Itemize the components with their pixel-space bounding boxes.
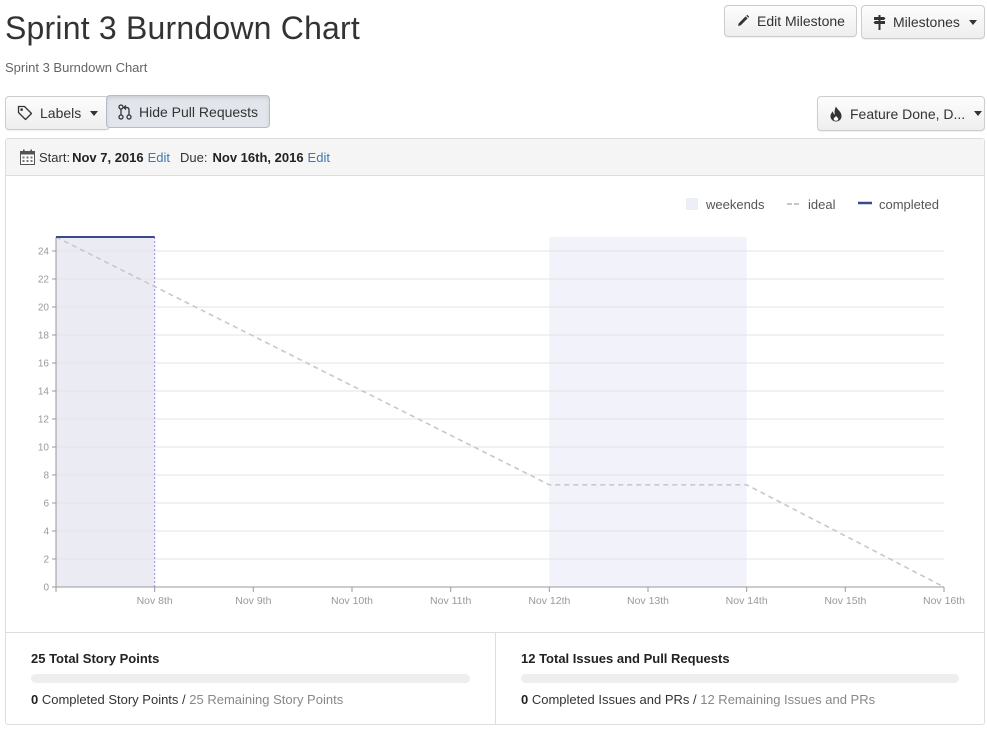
- issues-progress: [521, 674, 959, 683]
- remaining-issues: 12 Remaining Issues and PRs: [700, 692, 876, 707]
- y-tick-label: 20: [38, 303, 50, 314]
- completed-points-label: Completed Story Points: [41, 692, 179, 707]
- burndown-panel: Start: Nov 7, 2016 Edit Due: Nov 16th, 2…: [5, 138, 985, 725]
- x-tick-label: Nov 15th: [824, 595, 866, 607]
- legend-ideal-label: ideal: [808, 197, 836, 212]
- labels-label: Labels: [40, 105, 82, 121]
- issues-detail: 0 Completed Issues and PRs / 12 Remainin…: [521, 692, 876, 707]
- git-pull-request-icon: [118, 103, 132, 120]
- milestones-dropdown[interactable]: Milestones: [861, 5, 985, 39]
- hide-pull-requests-toggle[interactable]: Hide Pull Requests: [106, 95, 271, 128]
- filter-dropdown[interactable]: Feature Done, D...: [817, 96, 985, 131]
- start-date: Nov 7, 2016: [72, 149, 144, 165]
- chart-svg: 024681012141618202224Nov 8th Nov 9th Nov 1…: [38, 197, 965, 607]
- y-tick-label: 6: [43, 499, 49, 510]
- tag-icon: [17, 105, 33, 121]
- y-tick-label: 4: [43, 527, 49, 538]
- y-tick-label: 18: [38, 331, 50, 342]
- labels-dropdown[interactable]: Labels: [5, 96, 111, 130]
- x-tick-label: Nov 10th: [331, 595, 373, 607]
- y-tick-label: 16: [38, 359, 50, 370]
- story-points-summary: 25 Total Story Points 0 Completed Story …: [6, 633, 495, 724]
- milestones-label: Milestones: [893, 14, 960, 30]
- signpost-icon: [873, 14, 886, 30]
- x-tick-label: Nov 8th: [137, 595, 173, 607]
- story-points-title: 25 Total Story Points: [31, 651, 160, 666]
- legend-weekends-label: weekends: [705, 197, 765, 212]
- story-points-progress: [31, 674, 470, 683]
- edit-due-link[interactable]: Edit: [308, 150, 330, 165]
- story-points-detail: 0 Completed Story Points / 25 Remaining …: [31, 692, 344, 707]
- y-tick-label: 0: [43, 583, 49, 594]
- due-date: Nov 16th, 2016: [212, 149, 304, 165]
- completed-issues-label: Completed Issues and PRs: [531, 692, 690, 707]
- caret-down-icon: [974, 111, 983, 116]
- calendar-icon: [20, 149, 35, 165]
- pencil-icon: [736, 14, 750, 28]
- legend-weekends-swatch: [686, 198, 698, 210]
- completed-points-count: 0: [31, 692, 39, 707]
- y-tick-label: 22: [38, 275, 50, 286]
- weekend-band: [549, 237, 747, 587]
- issues-title: 12 Total Issues and Pull Requests: [521, 651, 730, 666]
- x-tick-label: Nov 16th: [923, 595, 965, 607]
- y-tick-label: 8: [43, 471, 49, 482]
- completed-issues-count: 0: [521, 692, 529, 707]
- y-tick-label: 14: [38, 387, 50, 398]
- edit-milestone-label: Edit Milestone: [757, 13, 845, 29]
- filter-selected-label: Feature Done, D...: [850, 105, 966, 122]
- start-label: Start:: [39, 149, 71, 165]
- today-band: [56, 237, 155, 587]
- y-tick-label: 12: [38, 415, 50, 426]
- page-title: Sprint 3 Burndown Chart: [5, 10, 361, 46]
- hide-pull-requests-label: Hide Pull Requests: [139, 103, 259, 120]
- legend-completed-label: completed: [879, 197, 939, 212]
- x-tick-label: Nov 13th: [627, 595, 669, 607]
- caret-down-icon: [90, 110, 99, 116]
- stats-row: 25 Total Story Points 0 Completed Story …: [6, 632, 984, 724]
- x-tick-label: Nov 12th: [528, 595, 570, 607]
- fire-icon: [829, 106, 843, 122]
- remaining-points: 25 Remaining Story Points: [189, 692, 344, 707]
- date-bar: Start: Nov 7, 2016 Edit Due: Nov 16th, 2…: [6, 139, 984, 176]
- due-label: Due:: [180, 149, 208, 165]
- page-subtitle: Sprint 3 Burndown Chart: [5, 60, 148, 75]
- y-tick-label: 10: [38, 443, 50, 454]
- x-tick-label: Nov 11th: [430, 595, 471, 607]
- y-tick-label: 24: [38, 247, 50, 258]
- burndown-chart: 0 2 4 6 8 10 12 14 16 18 20 22 24 Nov 8th Nov 9th Nov 1…: [6, 176, 984, 632]
- issues-summary: 12 Total Issues and Pull Requests 0 Comp…: [495, 633, 984, 724]
- y-tick-label: 2: [43, 555, 49, 566]
- caret-down-icon: [968, 19, 977, 25]
- edit-milestone-button[interactable]: Edit Milestone: [724, 5, 857, 37]
- edit-start-link[interactable]: Edit: [148, 150, 170, 165]
- x-tick-label: Nov 14th: [726, 595, 768, 607]
- series-ideal-line: [55, 236, 945, 588]
- x-tick-label: Nov 9th: [235, 595, 271, 607]
